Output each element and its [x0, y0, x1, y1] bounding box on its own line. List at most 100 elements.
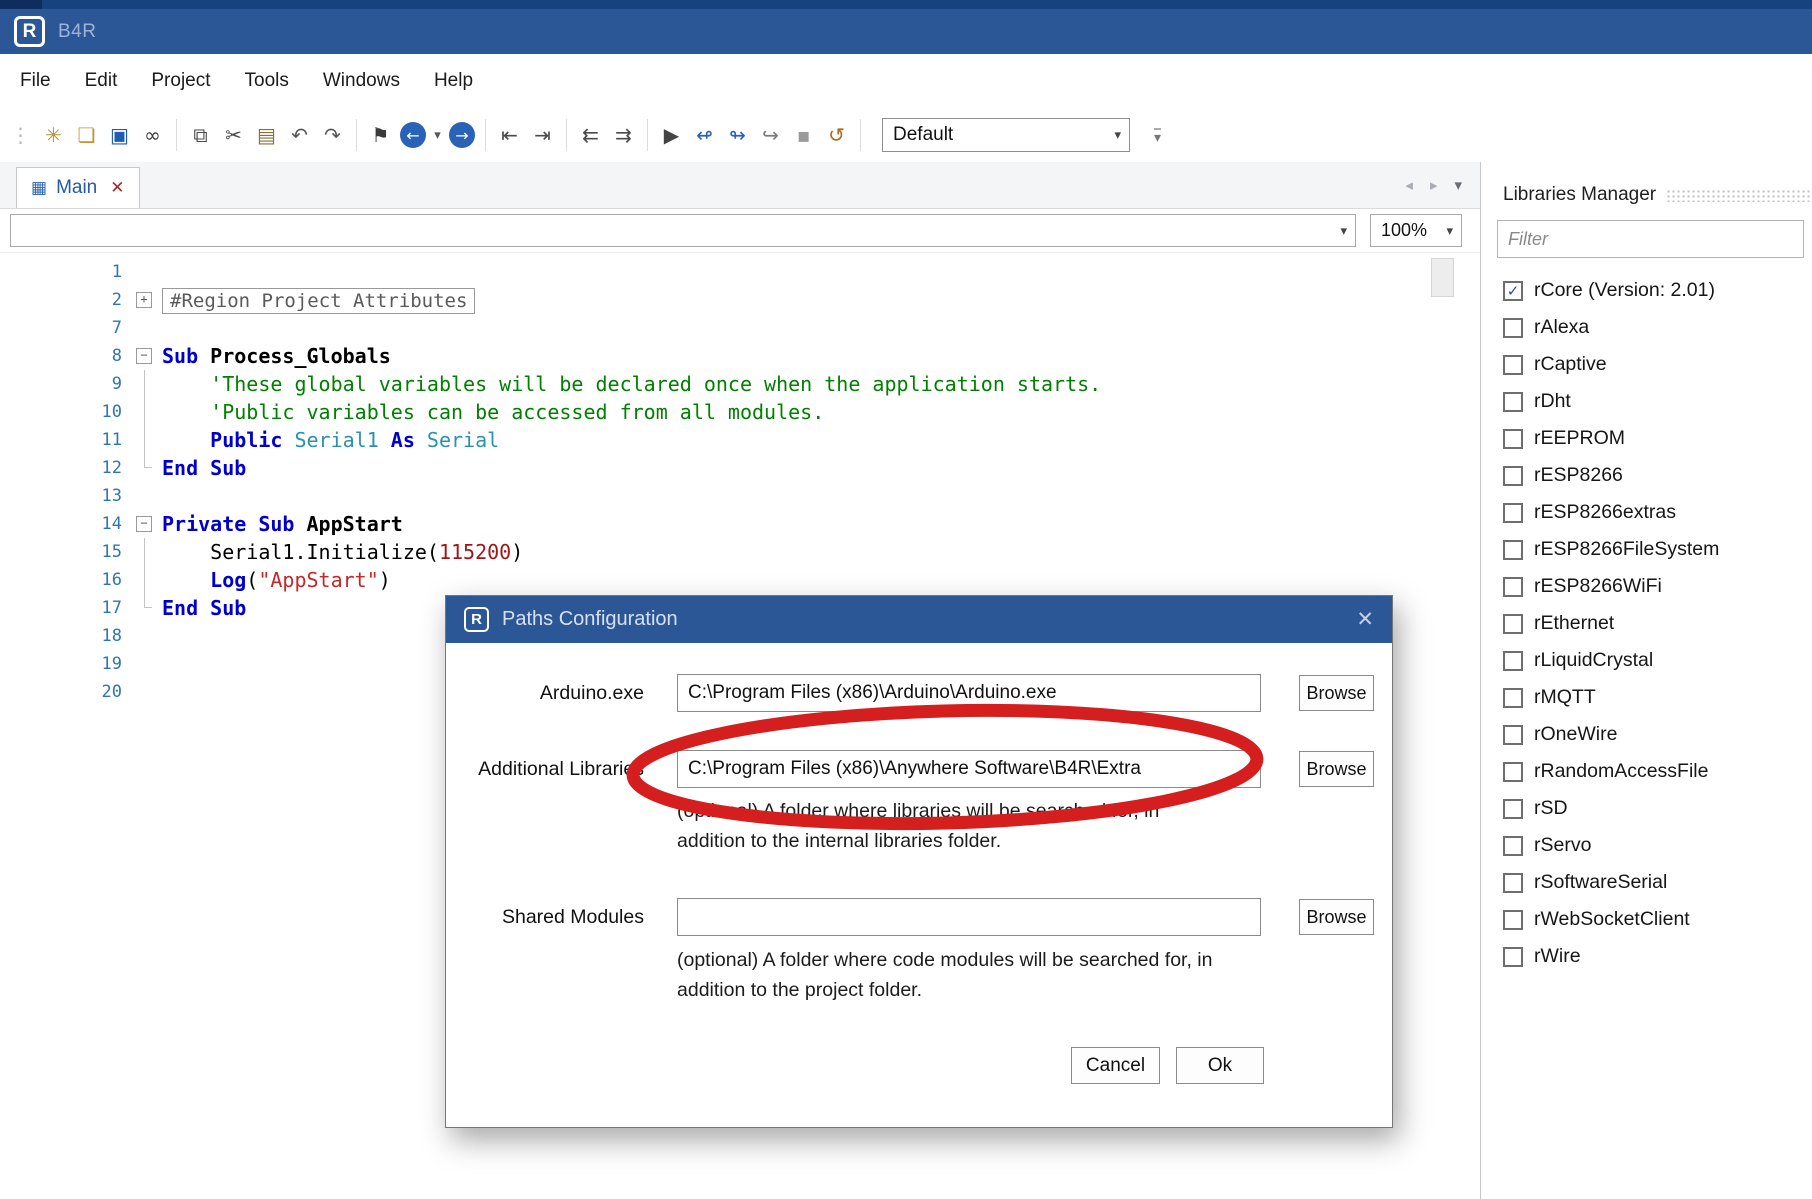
code-line[interactable]: 16 Log("AppStart") [0, 566, 1480, 594]
library-checkbox[interactable] [1503, 761, 1523, 782]
menu-item-file[interactable]: File [20, 70, 51, 92]
code-line[interactable]: 15 Serial1.Initialize(115200) [0, 538, 1480, 566]
navigate-back-caret-icon[interactable]: ▾ [430, 120, 445, 151]
library-item[interactable]: rRandomAccessFile [1497, 753, 1812, 790]
ok-button[interactable]: Ok [1176, 1047, 1264, 1084]
additional-libraries-input[interactable] [677, 750, 1261, 788]
code-line[interactable]: 2 + #Region Project Attributes [0, 286, 1480, 314]
library-item[interactable]: rMQTT [1497, 679, 1812, 716]
toolbar-drag-handle-icon[interactable]: ⋮ [5, 120, 36, 151]
goto-next-icon[interactable]: ↬ [722, 120, 753, 151]
library-item[interactable]: rESP8266extras [1497, 494, 1812, 531]
library-item[interactable]: rESP8266FileSystem [1497, 531, 1812, 568]
library-item[interactable]: rEEPROM [1497, 420, 1812, 457]
library-item[interactable]: rDht [1497, 383, 1812, 420]
arduino-exe-browse-button[interactable]: Browse [1299, 675, 1374, 711]
code-line[interactable]: 1 [0, 258, 1480, 286]
code-line[interactable]: 10 'Public variables can be accessed fro… [0, 398, 1480, 426]
tab-close-icon[interactable]: ✕ [110, 178, 124, 198]
member-navigator-dropdown[interactable]: ▾ [10, 214, 1356, 247]
editor-scrollbar-thumb[interactable] [1431, 258, 1454, 297]
library-item[interactable]: rESP8266WiFi [1497, 568, 1812, 605]
dialog-titlebar[interactable]: R Paths Configuration ✕ [446, 596, 1392, 643]
library-item[interactable]: rSD [1497, 790, 1812, 827]
library-checkbox[interactable] [1503, 354, 1523, 375]
paste-icon[interactable]: ▤ [251, 120, 282, 151]
library-checkbox[interactable] [1503, 798, 1523, 819]
code-line[interactable]: 7 [0, 314, 1480, 342]
indent-increase-icon[interactable]: ⇥ [527, 120, 558, 151]
library-item[interactable]: rWebSocketClient [1497, 901, 1812, 938]
toolbar-overflow-button[interactable]: ▾ [1154, 127, 1162, 144]
menu-item-windows[interactable]: Windows [323, 70, 400, 92]
dialog-close-icon[interactable]: ✕ [1356, 607, 1374, 632]
tab-list-icon[interactable]: ▾ [1454, 176, 1462, 194]
jump-icon[interactable]: ↪ [755, 120, 786, 151]
menu-item-help[interactable]: Help [434, 70, 473, 92]
library-checkbox[interactable] [1503, 835, 1523, 856]
library-checkbox[interactable] [1503, 428, 1523, 449]
new-file-icon[interactable]: ✳ [38, 120, 69, 151]
menu-item-project[interactable]: Project [151, 70, 210, 92]
stop-icon[interactable]: ▪ [788, 120, 819, 151]
menu-item-tools[interactable]: Tools [245, 70, 289, 92]
library-checkbox[interactable] [1503, 539, 1523, 560]
library-item[interactable]: rOneWire [1497, 716, 1812, 753]
menu-item-edit[interactable]: Edit [85, 70, 118, 92]
undo-icon[interactable]: ↶ [284, 120, 315, 151]
library-checkbox[interactable] [1503, 909, 1523, 930]
library-checkbox[interactable] [1503, 724, 1523, 745]
redo-icon[interactable]: ↷ [317, 120, 348, 151]
library-item[interactable]: rEthernet [1497, 605, 1812, 642]
indent-decrease-icon[interactable]: ⇤ [494, 120, 525, 151]
tab-scroll-left-icon[interactable]: ◂ [1405, 176, 1413, 194]
zoom-dropdown[interactable]: 100% ▾ [1370, 214, 1462, 247]
cancel-button[interactable]: Cancel [1071, 1047, 1160, 1084]
library-item[interactable]: rWire [1497, 938, 1812, 975]
tab-scroll-right-icon[interactable]: ▸ [1430, 176, 1438, 194]
code-line[interactable]: 14− Private Sub AppStart [0, 510, 1480, 538]
titlebar[interactable]: R B4R [0, 9, 1812, 54]
shared-modules-input[interactable] [677, 898, 1261, 936]
library-checkbox[interactable] [1503, 687, 1523, 708]
cut-icon[interactable]: ✂ [218, 120, 249, 151]
library-checkbox[interactable] [1503, 576, 1523, 597]
library-checkbox[interactable] [1503, 650, 1523, 671]
library-item[interactable]: rSoftwareSerial [1497, 864, 1812, 901]
comment-icon[interactable]: ⇇ [575, 120, 606, 151]
library-item[interactable]: rESP8266 [1497, 457, 1812, 494]
library-checkbox[interactable]: ✓ [1503, 280, 1523, 301]
library-checkbox[interactable] [1503, 465, 1523, 486]
run-icon[interactable]: ▶ [656, 120, 687, 151]
arduino-exe-input[interactable] [677, 674, 1261, 712]
rebuild-icon[interactable]: ↺ [821, 120, 852, 151]
library-item[interactable]: rCaptive [1497, 346, 1812, 383]
additional-libraries-browse-button[interactable]: Browse [1299, 751, 1374, 787]
code-line[interactable]: 9 'These global variables will be declar… [0, 370, 1480, 398]
bookmark-icon[interactable]: ⚑ [365, 120, 396, 151]
code-line[interactable]: 11 Public Serial1 As Serial [0, 426, 1480, 454]
save-icon[interactable]: ▣ [104, 120, 135, 151]
fold-toggle-icon[interactable]: − [136, 516, 152, 532]
uncomment-icon[interactable]: ⇉ [608, 120, 639, 151]
library-checkbox[interactable] [1503, 613, 1523, 634]
code-line[interactable]: 13 [0, 482, 1480, 510]
library-item[interactable]: rLiquidCrystal [1497, 642, 1812, 679]
navigate-back-icon[interactable]: ← [400, 122, 426, 148]
library-checkbox[interactable] [1503, 502, 1523, 523]
fold-toggle-icon[interactable]: + [136, 292, 152, 308]
duplicate-icon[interactable]: ⧉ [185, 120, 216, 151]
library-filter-input[interactable] [1497, 220, 1804, 258]
library-checkbox[interactable] [1503, 317, 1523, 338]
fold-toggle-icon[interactable]: − [136, 348, 152, 364]
code-line[interactable]: 12 End Sub [0, 454, 1480, 482]
goto-previous-icon[interactable]: ↫ [689, 120, 720, 151]
tab-main[interactable]: ▦ Main ✕ [16, 167, 140, 208]
find-icon[interactable]: ∞ [137, 120, 168, 151]
shared-modules-browse-button[interactable]: Browse [1299, 899, 1374, 935]
library-item[interactable]: rServo [1497, 827, 1812, 864]
library-item[interactable]: ✓ rCore (Version: 2.01) [1497, 272, 1812, 309]
open-project-icon[interactable]: ❏ [71, 120, 102, 151]
library-item[interactable]: rAlexa [1497, 309, 1812, 346]
code-line[interactable]: 8− Sub Process_Globals [0, 342, 1480, 370]
